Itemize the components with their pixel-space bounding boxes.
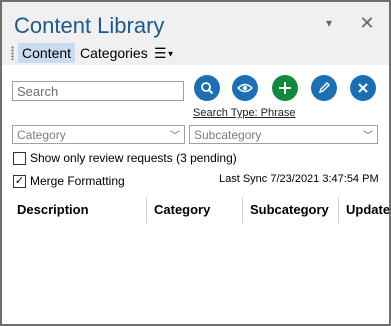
pane-title: Content Library (14, 13, 165, 38)
chevron-down-icon: ﹀ (363, 131, 373, 142)
chevron-down-icon: ﹀ (170, 131, 180, 142)
review-requests-option[interactable]: Show only review requests (3 pending) (13, 151, 237, 165)
search-input[interactable] (12, 81, 184, 101)
tab-categories[interactable]: Categories (76, 43, 152, 63)
review-requests-checkbox[interactable] (13, 151, 26, 165)
subcategory-select-placeholder: Subcategory (194, 128, 262, 142)
plus-icon (279, 82, 291, 94)
merge-formatting-option[interactable]: ✓ Merge Formatting (13, 174, 125, 188)
drag-grip-icon[interactable] (11, 46, 14, 60)
column-header-update[interactable]: Update (338, 197, 389, 223)
hamburger-menu-icon: ☰ (154, 45, 167, 61)
close-icon[interactable]: ✕ (358, 14, 376, 32)
menu-button[interactable]: ☰▼ (154, 43, 174, 63)
tab-content[interactable]: Content (18, 43, 76, 63)
edit-button[interactable] (311, 75, 337, 101)
content-library-pane: Content Library ▾ ✕ Content Categories ☰… (0, 0, 391, 326)
column-header-description[interactable]: Description (10, 197, 146, 223)
search-type-link[interactable]: Search Type: Phrase (193, 107, 296, 119)
preview-button[interactable] (232, 75, 258, 101)
category-select[interactable]: Category ﹀ (12, 125, 185, 144)
subcategory-select[interactable]: Subcategory ﹀ (189, 125, 378, 144)
merge-formatting-checkbox[interactable]: ✓ (13, 174, 26, 188)
column-header-category[interactable]: Category (146, 197, 242, 223)
add-button[interactable] (272, 75, 298, 101)
last-sync-status: Last Sync 7/23/2021 3:47:54 PM (219, 173, 379, 185)
title-bar: Content Library ▾ ✕ (2, 2, 389, 41)
delete-button[interactable] (350, 75, 376, 101)
merge-formatting-label: Merge Formatting (30, 174, 125, 188)
chevron-down-icon: ▼ (166, 49, 175, 59)
search-button[interactable] (194, 75, 220, 101)
pane-options-dropdown-icon[interactable]: ▾ (320, 14, 338, 32)
x-icon (358, 83, 368, 93)
eye-icon (237, 83, 253, 93)
review-requests-label: Show only review requests (3 pending) (30, 151, 237, 165)
category-select-placeholder: Category (17, 128, 66, 142)
pencil-icon (318, 82, 330, 94)
tab-bar: Content Categories ☰▼ (2, 41, 389, 65)
column-header-subcategory[interactable]: Subcategory (242, 197, 338, 223)
magnifier-icon (201, 82, 214, 95)
results-grid-header: Description Category Subcategory Update (2, 197, 389, 223)
